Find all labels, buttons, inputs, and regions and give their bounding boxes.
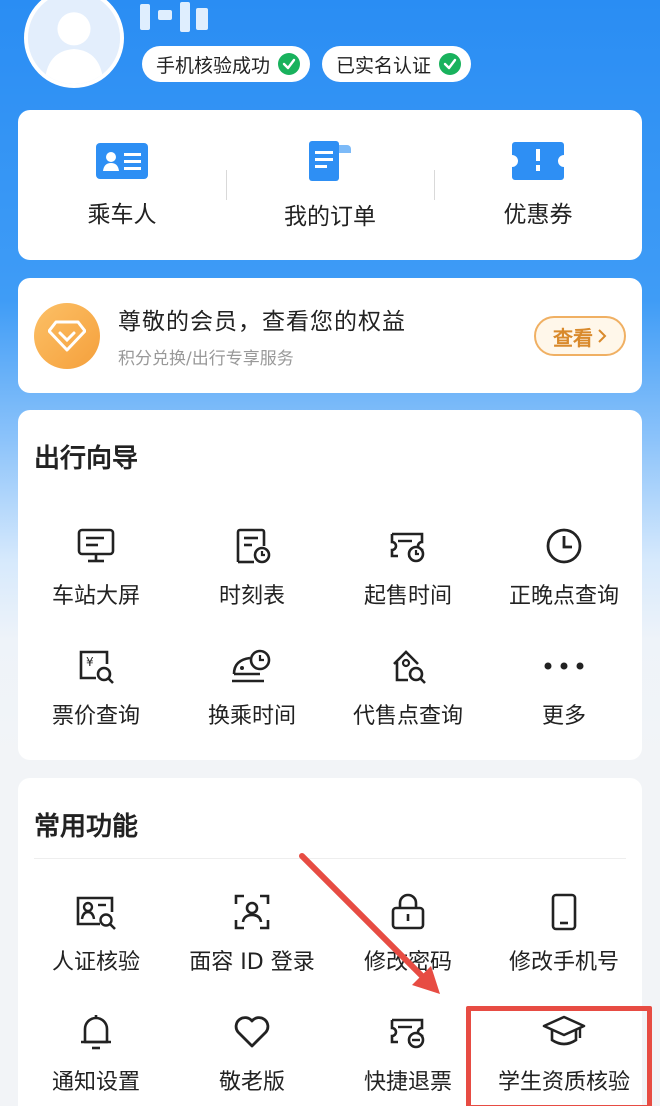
sale-time-label: 起售时间: [363, 584, 452, 609]
id-verify-label: 人证核验: [51, 950, 140, 975]
passenger-entry[interactable]: 乘车人: [18, 110, 226, 260]
orders-entry[interactable]: 我的订单: [226, 110, 434, 260]
agency-query-label: 代售点查询: [352, 704, 463, 729]
change-phone-label: 修改手机号: [508, 950, 619, 975]
orders-label: 我的订单: [284, 204, 376, 230]
order-doc-icon: [309, 141, 351, 181]
timetable-icon: [230, 524, 274, 568]
change-password-label: 修改密码: [363, 950, 452, 975]
quick-refund-item[interactable]: 快捷退票: [330, 1010, 486, 1096]
travel-guide-title: 出行向导: [34, 444, 139, 474]
face-id-icon: [230, 890, 274, 934]
real-name-badge: 已实名认证: [322, 46, 472, 82]
transfer-time-item[interactable]: 换乘时间: [174, 644, 330, 730]
sale-time-item[interactable]: 起售时间: [330, 524, 486, 610]
real-name-label: 已实名认证: [336, 54, 432, 77]
price-query-item[interactable]: ¥ 票价查询: [18, 644, 174, 730]
timetable-label: 时刻表: [218, 584, 285, 609]
notification-settings-item[interactable]: 通知设置: [18, 1010, 174, 1096]
phone-verified-label: 手机核验成功: [156, 54, 271, 77]
coupon-entry[interactable]: 优惠券: [434, 110, 642, 260]
change-phone-item[interactable]: 修改手机号: [486, 890, 642, 976]
annotation-highlight-box: [466, 1006, 652, 1106]
face-id-label: 面容 ID 登录: [189, 950, 315, 975]
section-divider: [34, 858, 626, 859]
heart-icon: [230, 1010, 274, 1054]
delay-query-item[interactable]: 正晚点查询: [486, 524, 642, 610]
agency-query-item[interactable]: 代售点查询: [330, 644, 486, 730]
face-id-item[interactable]: 面容 ID 登录: [174, 890, 330, 976]
elderly-mode-item[interactable]: 敬老版: [174, 1010, 330, 1096]
passenger-card-icon: [96, 143, 148, 179]
svg-text:¥: ¥: [86, 655, 94, 669]
elderly-mode-label: 敬老版: [218, 1070, 285, 1095]
coupon-icon: [512, 142, 564, 180]
member-title: 尊敬的会员，查看您的权益: [118, 309, 406, 335]
station-screen-item[interactable]: 车站大屏: [18, 524, 174, 610]
id-verify-item[interactable]: 人证核验: [18, 890, 174, 976]
notification-settings-label: 通知设置: [51, 1070, 140, 1095]
common-functions-title: 常用功能: [34, 812, 139, 842]
delay-query-label: 正晚点查询: [508, 584, 619, 609]
more-dots-icon: [542, 644, 586, 688]
phone-verified-badge: 手机核验成功: [142, 46, 311, 82]
ticket-clock-icon: [386, 524, 430, 568]
username-masked: [140, 0, 210, 36]
member-benefits-card[interactable]: 尊敬的会员，查看您的权益 积分兑换/出行专享服务 查看: [18, 278, 642, 393]
check-circle-icon: [439, 53, 462, 75]
train-clock-icon: [230, 644, 274, 688]
avatar[interactable]: [24, 0, 124, 88]
chevron-right-icon: [598, 329, 607, 343]
clock-icon: [542, 524, 586, 568]
check-circle-icon: [278, 53, 301, 75]
user-avatar-icon: [28, 0, 120, 84]
monitor-icon: [74, 524, 118, 568]
quick-refund-label: 快捷退票: [363, 1070, 452, 1095]
ticket-refund-icon: [386, 1010, 430, 1054]
phone-icon: [542, 890, 586, 934]
quick-entry-card: 乘车人 我的订单 优惠券: [18, 110, 642, 260]
lock-icon: [386, 890, 430, 934]
timetable-item[interactable]: 时刻表: [174, 524, 330, 610]
more-item[interactable]: 更多: [486, 644, 642, 730]
coupon-label: 优惠券: [503, 202, 573, 228]
member-subtitle: 积分兑换/出行专享服务: [118, 349, 294, 369]
station-screen-label: 车站大屏: [51, 584, 140, 609]
change-password-item[interactable]: 修改密码: [330, 890, 486, 976]
price-query-label: 票价查询: [51, 704, 140, 729]
passenger-label: 乘车人: [87, 202, 157, 228]
view-benefits-label: 查看: [553, 325, 593, 350]
bell-icon: [74, 1010, 118, 1054]
diamond-icon: [34, 302, 100, 369]
price-search-icon: ¥: [74, 644, 118, 688]
id-card-search-icon: [74, 890, 118, 934]
transfer-time-label: 换乘时间: [207, 704, 296, 729]
more-label: 更多: [541, 704, 586, 729]
house-search-icon: [386, 644, 430, 688]
travel-guide-card: 出行向导 车站大屏 时刻表 起售时间 正晚点查询 ¥ 票价查询 换乘时间 代售点…: [18, 410, 642, 760]
view-benefits-button[interactable]: 查看: [534, 316, 626, 356]
